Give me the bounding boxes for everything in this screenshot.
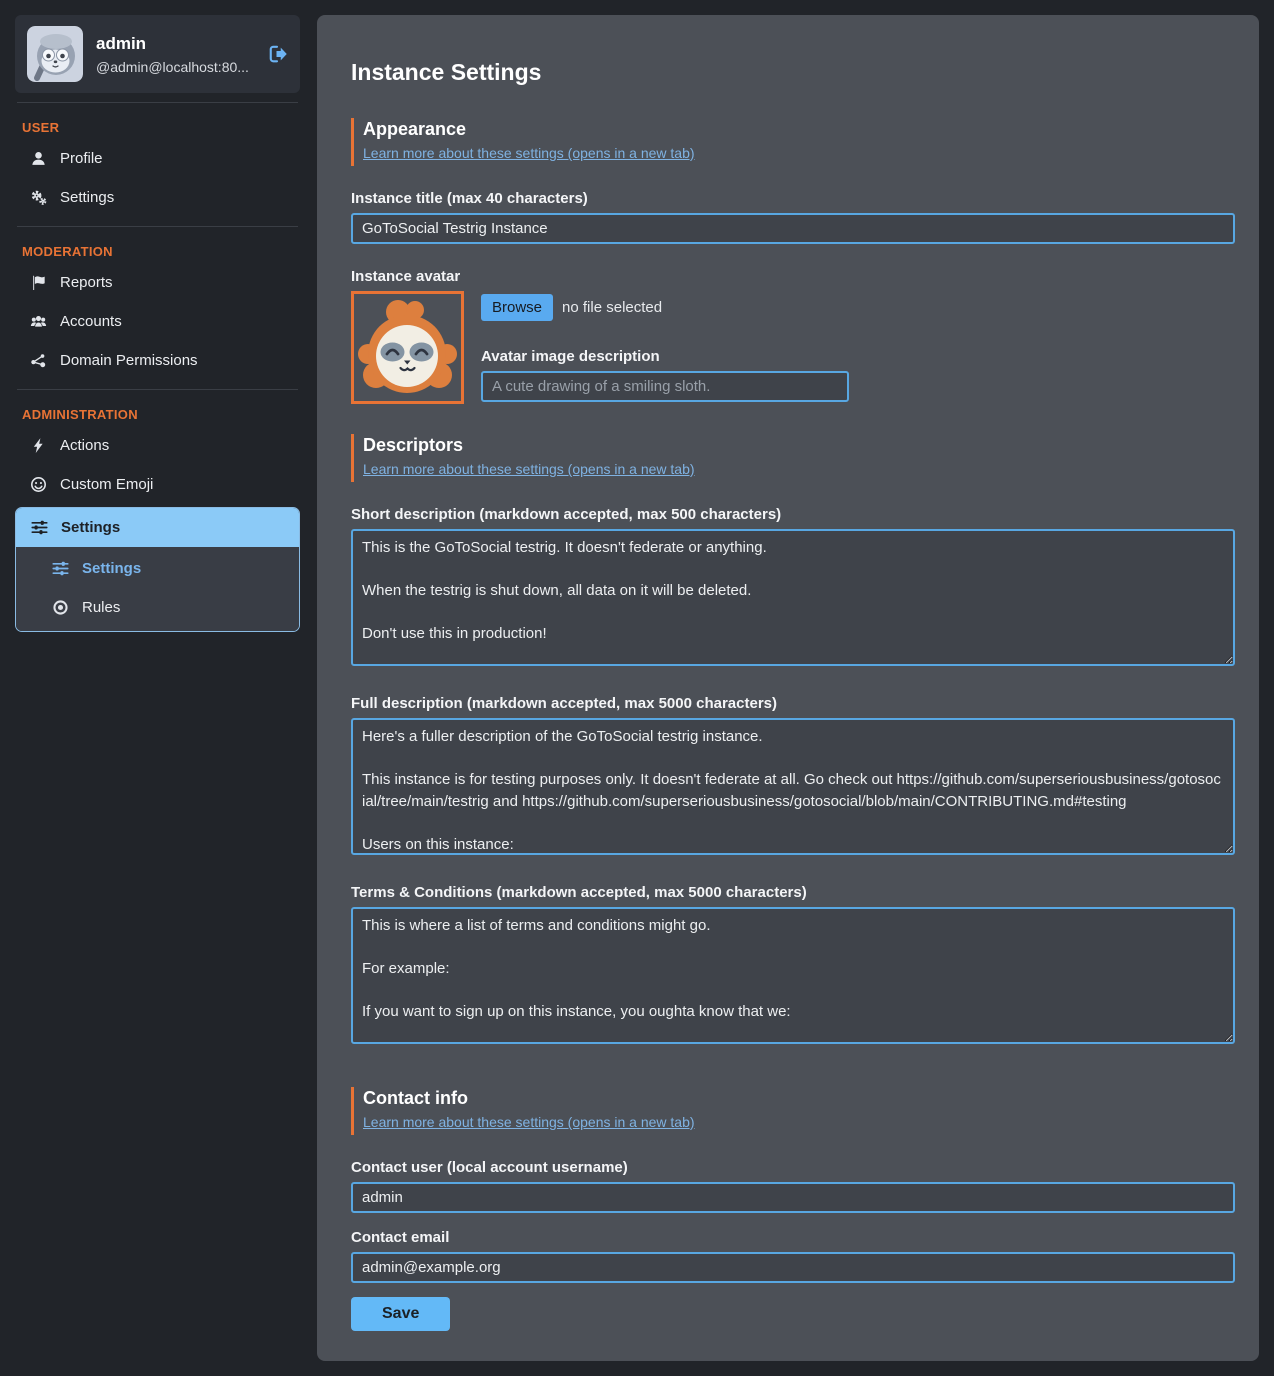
submenu-item-label: Settings bbox=[82, 560, 141, 577]
instance-avatar-preview bbox=[351, 291, 464, 404]
nav-header-user: USER bbox=[15, 112, 300, 139]
user-display-name: admin bbox=[96, 34, 255, 54]
page-title: Instance Settings bbox=[351, 59, 1235, 86]
sidebar-item-label: Accounts bbox=[60, 313, 122, 330]
contact-email-label: Contact email bbox=[351, 1229, 1235, 1246]
full-description-textarea[interactable]: Here's a fuller description of the GoToS… bbox=[351, 718, 1235, 855]
user-avatar bbox=[27, 26, 83, 82]
contact-user-label: Contact user (local account username) bbox=[351, 1159, 1235, 1176]
user-card[interactable]: admin @admin@localhost:80... bbox=[15, 15, 300, 93]
sidebar-divider bbox=[17, 389, 298, 390]
short-description-textarea[interactable]: This is the GoToSocial testrig. It doesn… bbox=[351, 529, 1235, 666]
instance-title-input[interactable] bbox=[351, 213, 1235, 244]
nav-header-administration: ADMINISTRATION bbox=[15, 399, 300, 426]
sidebar-item-reports[interactable]: Reports bbox=[15, 263, 300, 302]
avatar-description-input[interactable] bbox=[481, 371, 849, 402]
learn-more-link[interactable]: Learn more about these settings (opens i… bbox=[363, 1114, 695, 1130]
short-description-label: Short description (markdown accepted, ma… bbox=[351, 506, 1235, 523]
settings-group: Settings Settings bbox=[15, 507, 300, 632]
section-contact-info: Contact info Learn more about these sett… bbox=[351, 1087, 1235, 1135]
section-appearance: Appearance Learn more about these settin… bbox=[351, 118, 1235, 166]
full-description-label: Full description (markdown accepted, max… bbox=[351, 695, 1235, 712]
settings-submenu: Settings Rules bbox=[16, 547, 299, 631]
avatar-description-label: Avatar image description bbox=[481, 348, 849, 365]
section-descriptors: Descriptors Learn more about these setti… bbox=[351, 434, 1235, 482]
sidebar-item-accounts[interactable]: Accounts bbox=[15, 302, 300, 341]
instance-title-label: Instance title (max 40 characters) bbox=[351, 190, 1235, 207]
logout-icon[interactable] bbox=[268, 44, 288, 64]
sidebar: admin @admin@localhost:80... USER Profil… bbox=[15, 15, 300, 632]
browse-button[interactable]: Browse bbox=[481, 294, 553, 321]
full-description-field: Full description (markdown accepted, max… bbox=[351, 695, 1235, 860]
sidebar-divider bbox=[17, 226, 298, 227]
sidebar-item-label: Reports bbox=[60, 274, 113, 291]
user-icon bbox=[30, 150, 47, 167]
bolt-icon bbox=[30, 437, 47, 454]
save-button[interactable]: Save bbox=[351, 1297, 450, 1331]
terms-field: Terms & Conditions (markdown accepted, m… bbox=[351, 884, 1235, 1049]
smile-icon bbox=[30, 476, 47, 493]
sidebar-item-profile[interactable]: Profile bbox=[15, 139, 300, 178]
sidebar-item-label: Settings bbox=[60, 189, 114, 206]
sidebar-item-custom-emoji[interactable]: Custom Emoji bbox=[15, 465, 300, 504]
submenu-item-rules[interactable]: Rules bbox=[16, 588, 299, 627]
sloth-avatar-image bbox=[354, 294, 461, 401]
sidebar-item-label: Profile bbox=[60, 150, 103, 167]
flag-icon bbox=[30, 274, 47, 291]
share-nodes-icon bbox=[30, 352, 47, 369]
sidebar-item-actions[interactable]: Actions bbox=[15, 426, 300, 465]
terms-textarea[interactable]: This is where a list of terms and condit… bbox=[351, 907, 1235, 1044]
sliders-icon bbox=[52, 560, 69, 577]
section-heading: Appearance bbox=[363, 119, 1235, 140]
sliders-icon bbox=[31, 519, 48, 536]
instance-settings-panel: Instance Settings Appearance Learn more … bbox=[317, 15, 1259, 1361]
sidebar-item-user-settings[interactable]: Settings bbox=[15, 178, 300, 217]
sidebar-item-admin-settings[interactable]: Settings bbox=[16, 508, 299, 547]
sidebar-divider bbox=[17, 102, 298, 103]
sidebar-item-label: Settings bbox=[61, 519, 120, 536]
file-status-text: no file selected bbox=[562, 299, 662, 316]
sidebar-item-label: Domain Permissions bbox=[60, 352, 198, 369]
app-layout: admin @admin@localhost:80... USER Profil… bbox=[0, 0, 1274, 1376]
user-webfinger: @admin@localhost:80... bbox=[96, 59, 255, 75]
gears-icon bbox=[30, 189, 47, 206]
instance-avatar-field: Instance avatar bbox=[351, 268, 1235, 404]
dot-circle-icon bbox=[52, 599, 69, 616]
contact-user-input[interactable] bbox=[351, 1182, 1235, 1213]
contact-user-field: Contact user (local account username) bbox=[351, 1159, 1235, 1213]
learn-more-link[interactable]: Learn more about these settings (opens i… bbox=[363, 461, 695, 477]
section-heading: Descriptors bbox=[363, 435, 1235, 456]
sidebar-item-label: Actions bbox=[60, 437, 109, 454]
users-icon bbox=[30, 313, 47, 330]
short-description-field: Short description (markdown accepted, ma… bbox=[351, 506, 1235, 671]
submenu-item-label: Rules bbox=[82, 599, 120, 616]
terms-label: Terms & Conditions (markdown accepted, m… bbox=[351, 884, 1235, 901]
sidebar-item-domain-permissions[interactable]: Domain Permissions bbox=[15, 341, 300, 380]
instance-avatar-label: Instance avatar bbox=[351, 268, 1235, 285]
nav-header-moderation: MODERATION bbox=[15, 236, 300, 263]
user-names: admin @admin@localhost:80... bbox=[96, 34, 255, 75]
avatar-controls: Browse no file selected Avatar image des… bbox=[481, 291, 849, 404]
learn-more-link[interactable]: Learn more about these settings (opens i… bbox=[363, 145, 695, 161]
contact-email-input[interactable] bbox=[351, 1252, 1235, 1283]
contact-email-field: Contact email bbox=[351, 1229, 1235, 1283]
instance-title-field: Instance title (max 40 characters) bbox=[351, 190, 1235, 244]
section-heading: Contact info bbox=[363, 1088, 1235, 1109]
submenu-item-settings[interactable]: Settings bbox=[16, 549, 299, 588]
sidebar-item-label: Custom Emoji bbox=[60, 476, 153, 493]
